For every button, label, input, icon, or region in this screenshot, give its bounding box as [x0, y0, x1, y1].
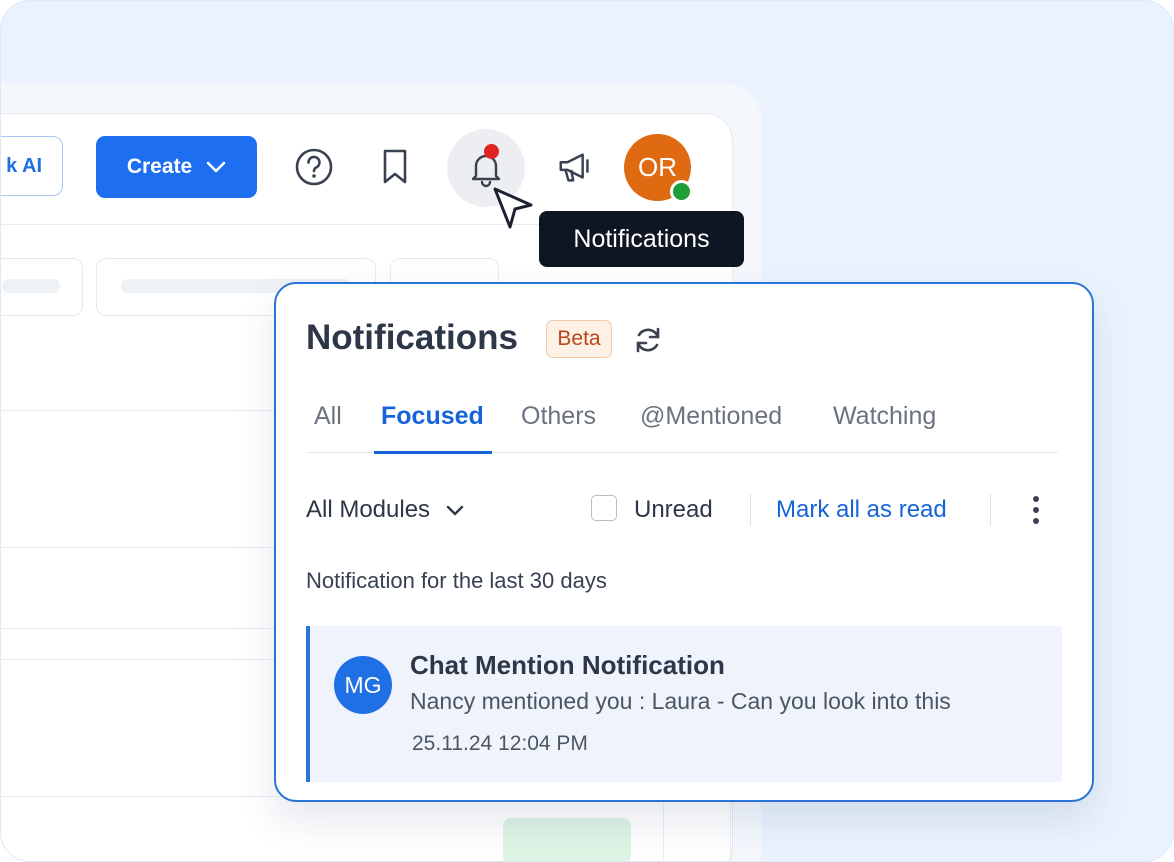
more-options-icon[interactable]: [1021, 492, 1051, 528]
panel-title: Notifications: [306, 318, 518, 357]
notification-item[interactable]: MG Chat Mention Notification Nancy menti…: [306, 626, 1062, 782]
tab-focused[interactable]: Focused: [381, 402, 484, 431]
tab-watching[interactable]: Watching: [833, 402, 936, 431]
create-button[interactable]: Create: [96, 136, 257, 198]
chevron-down-icon: [446, 505, 464, 515]
table-row-divider: [1, 628, 301, 629]
tab-mentioned[interactable]: @Mentioned: [640, 402, 782, 431]
status-pill-placeholder: [503, 818, 631, 861]
create-label: Create: [126, 155, 193, 178]
bookmark-icon: [383, 149, 407, 184]
bookmark-button[interactable]: [375, 147, 415, 187]
tab-others[interactable]: Others: [521, 402, 596, 431]
megaphone-icon: [559, 153, 589, 182]
help-button[interactable]: [294, 147, 334, 187]
beta-badge: Beta: [546, 320, 612, 358]
notification-title: Chat Mention Notification: [410, 650, 725, 680]
table-row-divider: [1, 659, 301, 660]
ask-ai-button[interactable]: k AI: [1, 136, 63, 196]
tooltip-text: Notifications: [573, 224, 710, 253]
ask-ai-label: k AI: [6, 154, 42, 177]
table-row-divider: [1, 410, 301, 411]
refresh-icon[interactable]: [632, 324, 664, 356]
sender-initials: MG: [344, 671, 382, 698]
divider: [750, 494, 751, 526]
unread-label: Unread: [634, 496, 713, 523]
notification-message: Nancy mentioned you : Laura - Can you lo…: [410, 688, 951, 714]
background-frame: k AI Create OR Notifications Notificatio…: [0, 0, 1174, 862]
notifications-tooltip: Notifications: [539, 211, 744, 267]
divider: [990, 494, 991, 526]
table-row-divider: [1, 547, 301, 548]
online-status-dot: [670, 180, 693, 203]
mouse-pointer-icon: [493, 187, 533, 229]
modules-select-value: All Modules: [306, 496, 431, 523]
unread-checkbox[interactable]: [591, 495, 617, 521]
announcements-button[interactable]: [556, 147, 596, 187]
active-tab-indicator: [374, 451, 492, 454]
notification-dot: [484, 144, 499, 159]
sender-avatar: MG: [334, 656, 392, 714]
mark-all-read-link[interactable]: Mark all as read: [776, 496, 947, 524]
notifications-subtitle: Notification for the last 30 days: [306, 568, 607, 593]
modules-dropdown[interactable]: All Modules: [306, 496, 464, 524]
avatar-initials: OR: [638, 152, 677, 182]
chevron-down-icon: [206, 161, 226, 173]
notification-time: 25.11.24 12:04 PM: [412, 732, 588, 755]
filter-chip-placeholder: [1, 258, 83, 316]
tab-all[interactable]: All: [314, 402, 342, 431]
notifications-panel: Notifications Beta All Focused Others @M…: [274, 282, 1094, 802]
help-icon: [295, 148, 333, 186]
